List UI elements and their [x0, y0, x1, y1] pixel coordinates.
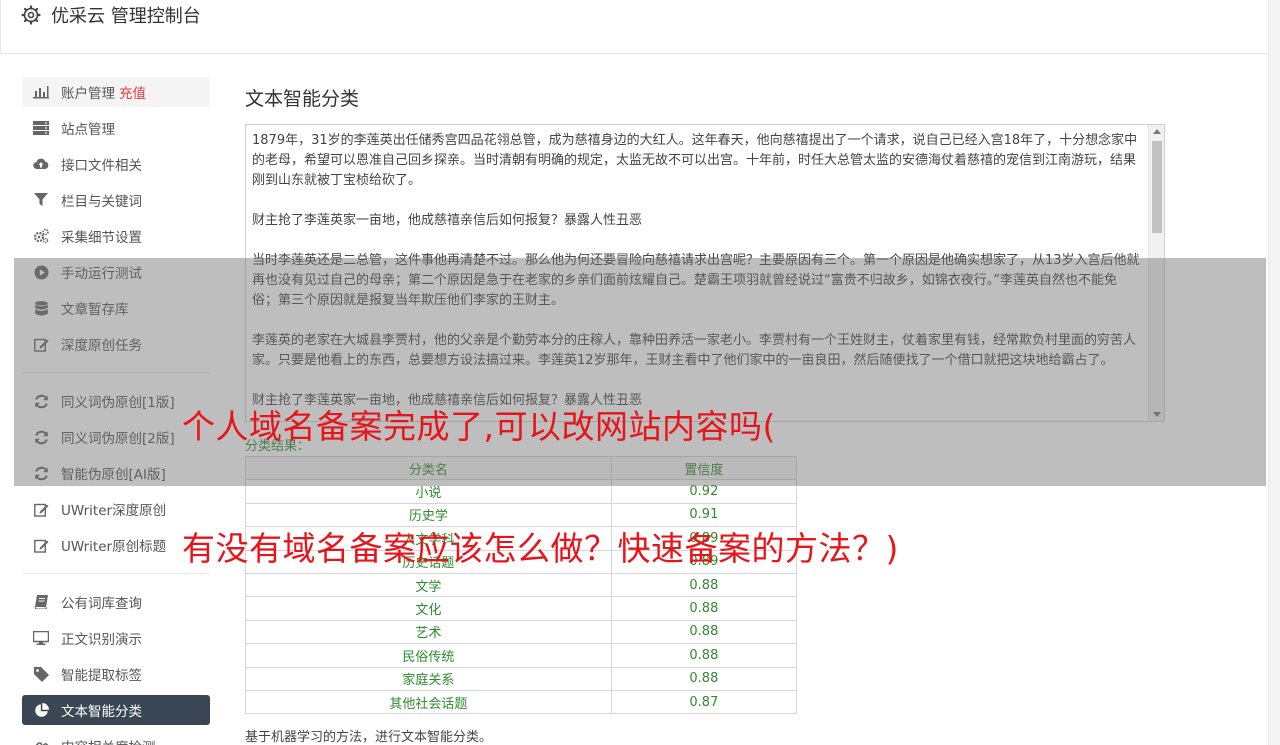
category-cell: 家庭关系: [245, 666, 612, 691]
sidebar-item-label: 公有词库查询: [61, 596, 142, 612]
overlay-headline-line1: 个人域名备案完成了,可以改网站内容吗(: [182, 407, 776, 446]
cloud-upload-icon: [33, 156, 49, 172]
table-row: 其他社会话题 0.87: [245, 689, 798, 715]
sidebar-divider: [22, 573, 210, 574]
sidebar-item-sites[interactable]: 站点管理: [22, 113, 210, 143]
text-paragraph: 财主抢了李莲英家一亩地，他成慈禧亲信后如何报复？暴露人性丑恶: [252, 213, 643, 228]
category-cell: 文学: [245, 572, 612, 598]
app-title: 优采云 管理控制台: [51, 6, 201, 27]
category-cell: 艺术: [245, 619, 612, 645]
sidebar-item-label: 文本智能分类: [61, 704, 142, 720]
filter-icon: [33, 192, 49, 208]
link-icon: [33, 738, 49, 745]
sidebar-item-label: 账户管理: [61, 86, 115, 102]
sidebar-item-label: 接口文件相关: [61, 158, 142, 174]
sidebar-item-tag-extraction[interactable]: 智能提取标签: [22, 659, 210, 689]
confidence-cell: 0.88: [610, 572, 798, 598]
category-cell: 文化: [245, 596, 612, 621]
server-icon: [33, 120, 49, 136]
sidebar-item-columns-keywords[interactable]: 栏目与关键词: [22, 185, 210, 215]
table-row: 文学 0.88: [245, 572, 798, 598]
sidebar-item-uwriter-deep[interactable]: UWriter深度原创: [22, 494, 210, 524]
confidence-cell: 0.88: [610, 666, 798, 691]
book-icon: [33, 594, 49, 610]
sidebar-item-label: 内容相关度检测: [61, 736, 156, 745]
page-title: 文本智能分类: [245, 88, 360, 110]
sidebar-item-label: 智能提取标签: [61, 668, 142, 684]
scroll-up-arrow-icon[interactable]: [1153, 129, 1161, 134]
edit-icon: [33, 501, 49, 517]
table-row: 家庭关系 0.88: [245, 666, 798, 691]
sidebar-item-relevance-check[interactable]: 内容相关度检测: [22, 731, 210, 745]
scrollbar-thumb[interactable]: [1152, 141, 1162, 233]
sidebar-item-text-classification[interactable]: 文本智能分类: [22, 695, 210, 725]
sidebar-item-label: 采集细节设置: [61, 230, 142, 246]
sidebar-item-label: 栏目与关键词: [61, 194, 142, 210]
monitor-icon: [33, 630, 49, 646]
description-footnote: 基于机器学习的方法，进行文本智能分类。: [245, 730, 493, 745]
edit-icon: [33, 537, 49, 553]
tag-icon: [33, 666, 49, 682]
confidence-cell: 0.88: [610, 643, 798, 668]
overlay-banner: [14, 258, 1266, 486]
gears-icon: [33, 228, 49, 244]
sidebar-item-label: UWriter深度原创: [61, 503, 167, 519]
bar-chart-icon: [33, 84, 49, 100]
confidence-cell: 0.88: [610, 596, 798, 621]
sidebar-item-public-lexicon[interactable]: 公有词库查询: [22, 587, 210, 617]
category-cell: 其他社会话题: [245, 689, 612, 715]
sidebar-item-interface-files[interactable]: 接口文件相关: [22, 149, 210, 179]
recharge-link[interactable]: 充值: [119, 82, 146, 102]
pie-chart-icon: [33, 702, 49, 718]
category-cell: 民俗传统: [245, 643, 612, 668]
table-row: 文化 0.88: [245, 596, 798, 621]
top-bar: 优采云 管理控制台: [0, 0, 1268, 54]
sidebar-item-collect-settings[interactable]: 采集细节设置: [22, 221, 210, 251]
sidebar-item-text-recognition[interactable]: 正文识别演示: [22, 623, 210, 653]
sidebar-item-label: 正文识别演示: [61, 632, 142, 648]
table-row: 艺术 0.88: [245, 619, 798, 645]
sidebar-item-account[interactable]: 账户管理 充值: [22, 77, 210, 107]
table-row: 民俗传统 0.88: [245, 643, 798, 668]
text-paragraph: 1879年，31岁的李莲英出任储秀宫四品花翎总管，成为慈禧身边的大红人。这年春天…: [252, 133, 1138, 188]
confidence-cell: 0.87: [610, 689, 798, 715]
page-scrollbar[interactable]: [1268, 0, 1280, 745]
gear-icon[interactable]: [21, 5, 41, 25]
classification-results-table: 分类名 置信度 小说 0.92 历史学 0.91 人文学科 0.89 历史话题 0.89…: [245, 455, 798, 715]
sidebar-item-label: 站点管理: [61, 122, 115, 138]
confidence-cell: 0.88: [610, 619, 798, 645]
overlay-headline-line2: 有没有域名备案应该怎么做？快速备案的方法？): [182, 529, 899, 568]
sidebar-item-label: UWriter原创标题: [61, 539, 167, 555]
